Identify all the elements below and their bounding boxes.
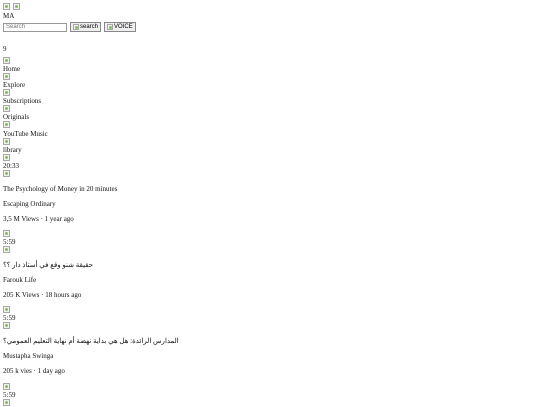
channel-avatar-icon[interactable] [3,169,10,177]
nav-item-explore[interactable]: Explore [3,73,533,89]
video-card[interactable]: 20:33 The Psychology of Money in 20 minu… [3,153,533,223]
header-icons [3,3,533,11]
video-card[interactable]: 5:59 المدارس الرائدة: هل هي بداية نهضة أ… [3,306,533,375]
notification-count[interactable]: 9 [3,45,533,53]
subscriptions-icon [3,89,10,97]
explore-icon [3,73,10,81]
nav-item-originals[interactable]: Originals [3,105,533,121]
nav-item-label: Home [3,65,21,74]
nav-item-label: YouTube Music [3,129,48,138]
video-duration: 5:59 [3,314,16,323]
video-duration: 5:59 [3,237,16,246]
video-title[interactable]: المدارس الرائدة: هل هي بداية نهضة أم نها… [3,337,533,345]
nav-item-label: Originals [3,113,30,122]
video-channel[interactable]: Mustapha Swinga [3,352,533,360]
video-title[interactable]: حقيقة شنو وقع في أستاذ دار ؟؟ [3,261,533,269]
video-card[interactable]: 5:59 [3,382,533,407]
nav-item-youtube-music[interactable]: YouTube Music [3,121,533,138]
originals-icon [3,105,10,113]
search-icon [73,24,79,31]
search-button[interactable]: search [70,22,102,33]
video-channel[interactable]: Escaping Ordinary [3,200,533,208]
video-thumbnail-icon[interactable] [3,306,10,314]
video-card[interactable]: 5:59 حقيقة شنو وقع في أستاذ دار ؟؟ Farou… [3,229,533,300]
nav-item-library[interactable]: library [3,137,533,154]
home-icon [3,57,10,65]
search-input[interactable] [3,22,67,32]
voice-button-label: VOICE [114,24,133,31]
video-channel[interactable]: Farouk Life [3,276,533,284]
microphone-icon [107,24,114,31]
video-duration: 5:59 [3,390,16,399]
youtube-logo-icon[interactable] [12,3,20,10]
video-meta: 205 k vies · 1 day ago [3,367,65,376]
search-bar: search VOICE [3,22,533,33]
channel-avatar-icon[interactable] [3,246,10,254]
nav-item-label: Subscriptions [3,97,42,106]
nav-item-label: Explore [3,81,26,90]
channel-avatar-icon[interactable] [3,322,10,330]
page: MA search VOICE 9 Home Explore Subscript… [3,3,533,407]
video-thumbnail-icon[interactable] [3,153,10,161]
nav-item-label: library [3,145,22,154]
nav-item-subscriptions[interactable]: Subscriptions [3,89,533,105]
video-title[interactable]: The Psychology of Money in 20 minutes [3,185,533,193]
music-icon [3,121,10,129]
video-meta: 3,5 M Views · 1 year ago [3,214,74,223]
library-icon [3,137,10,145]
video-meta: 205 K Views · 18 hours ago [3,291,82,300]
video-thumbnail-icon[interactable] [3,229,10,237]
voice-button[interactable]: VOICE [104,22,136,33]
search-button-label: search [80,24,99,31]
video-thumbnail-icon[interactable] [3,382,10,390]
avatar[interactable]: MA [3,12,533,20]
menu-icon[interactable] [3,3,10,10]
video-duration: 20:33 [3,161,19,170]
nav-item-home[interactable]: Home [3,57,533,73]
